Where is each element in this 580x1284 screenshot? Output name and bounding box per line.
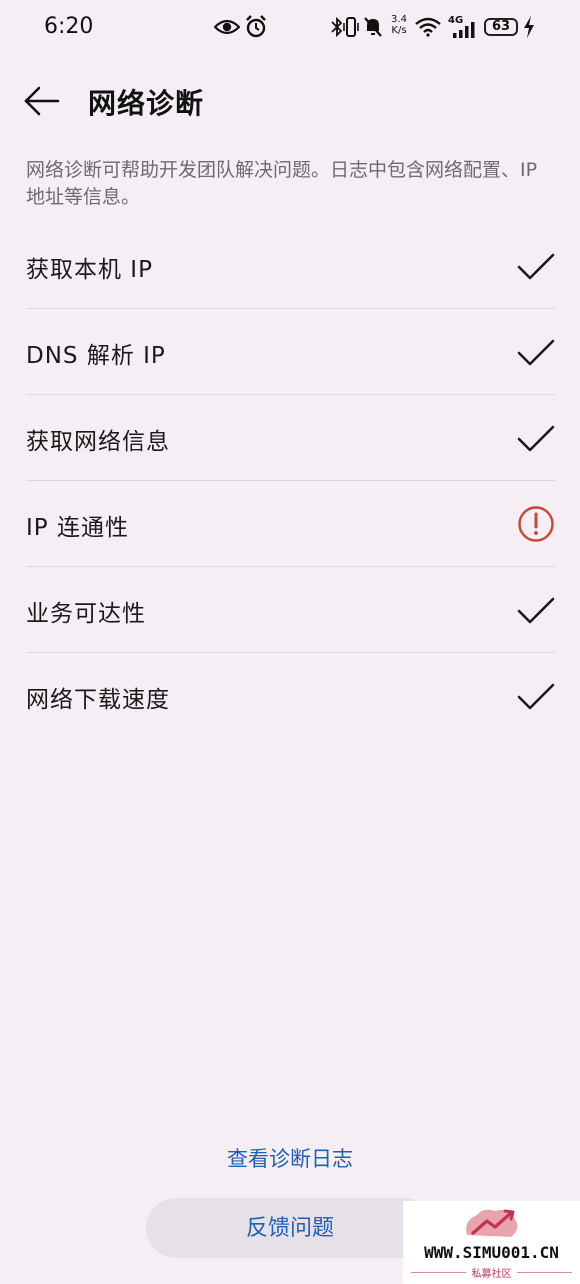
alarm-icon [246,15,266,38]
check-mark-icon [517,683,555,710]
charging-icon [524,16,534,38]
check-label: DNS 解析 IP [26,343,166,369]
status-bar: 6:20 3.4 K/s 4G 63 [0,0,580,56]
arrow-left-icon [24,86,60,116]
check-item-dns: DNS 解析 IP [26,309,555,395]
check-label: 获取本机 IP [26,257,153,283]
page-title: 网络诊断 [88,87,205,120]
bluetooth-icon [331,17,343,37]
net-speed-value: 3.4 [391,14,407,25]
status-time: 6:20 [44,14,94,39]
watermark-divider-right [517,1272,572,1273]
mute-icon [364,17,382,37]
check-label: IP 连通性 [26,515,129,541]
watermark-url: WWW.SIMU001.CN [424,1243,559,1262]
net-speed-unit: K/s [391,25,407,36]
back-button[interactable] [20,80,66,122]
wifi-icon [415,17,441,37]
watermark: WWW.SIMU001.CN 私募社区 [403,1201,580,1284]
vibrate-icon [343,17,359,37]
check-mark-icon [517,425,555,452]
diagnostic-check-list: 获取本机 IP DNS 解析 IP 获取网络信息 IP 连通性 业务可达性 网络… [26,223,555,739]
eye-icon [214,19,240,35]
warning-icon [518,506,554,542]
check-item-network-info: 获取网络信息 [26,395,555,481]
check-mark-icon [517,253,555,280]
battery-indicator: 63 [484,18,518,36]
net-speed: 3.4 K/s [388,14,410,36]
check-label: 获取网络信息 [26,429,170,455]
check-item-ip-connectivity: IP 连通性 [26,481,555,567]
check-mark-icon [517,597,555,624]
app-bar: 网络诊断 [0,74,580,128]
view-diagnostic-log-link[interactable]: 查看诊断日志 [0,1143,580,1173]
check-item-download-speed: 网络下载速度 [26,653,555,739]
signal-icon [453,22,475,38]
check-item-service-reachability: 业务可达性 [26,567,555,653]
feedback-button[interactable]: 反馈问题 [146,1198,434,1258]
check-label: 网络下载速度 [26,687,170,713]
check-item-local-ip: 获取本机 IP [26,223,555,309]
watermark-logo-icon [466,1209,518,1237]
check-mark-icon [517,339,555,366]
check-label: 业务可达性 [26,601,146,627]
description-text: 网络诊断可帮助开发团队解决问题。日志中包含网络配置、IP 地址等信息。 [26,159,538,208]
